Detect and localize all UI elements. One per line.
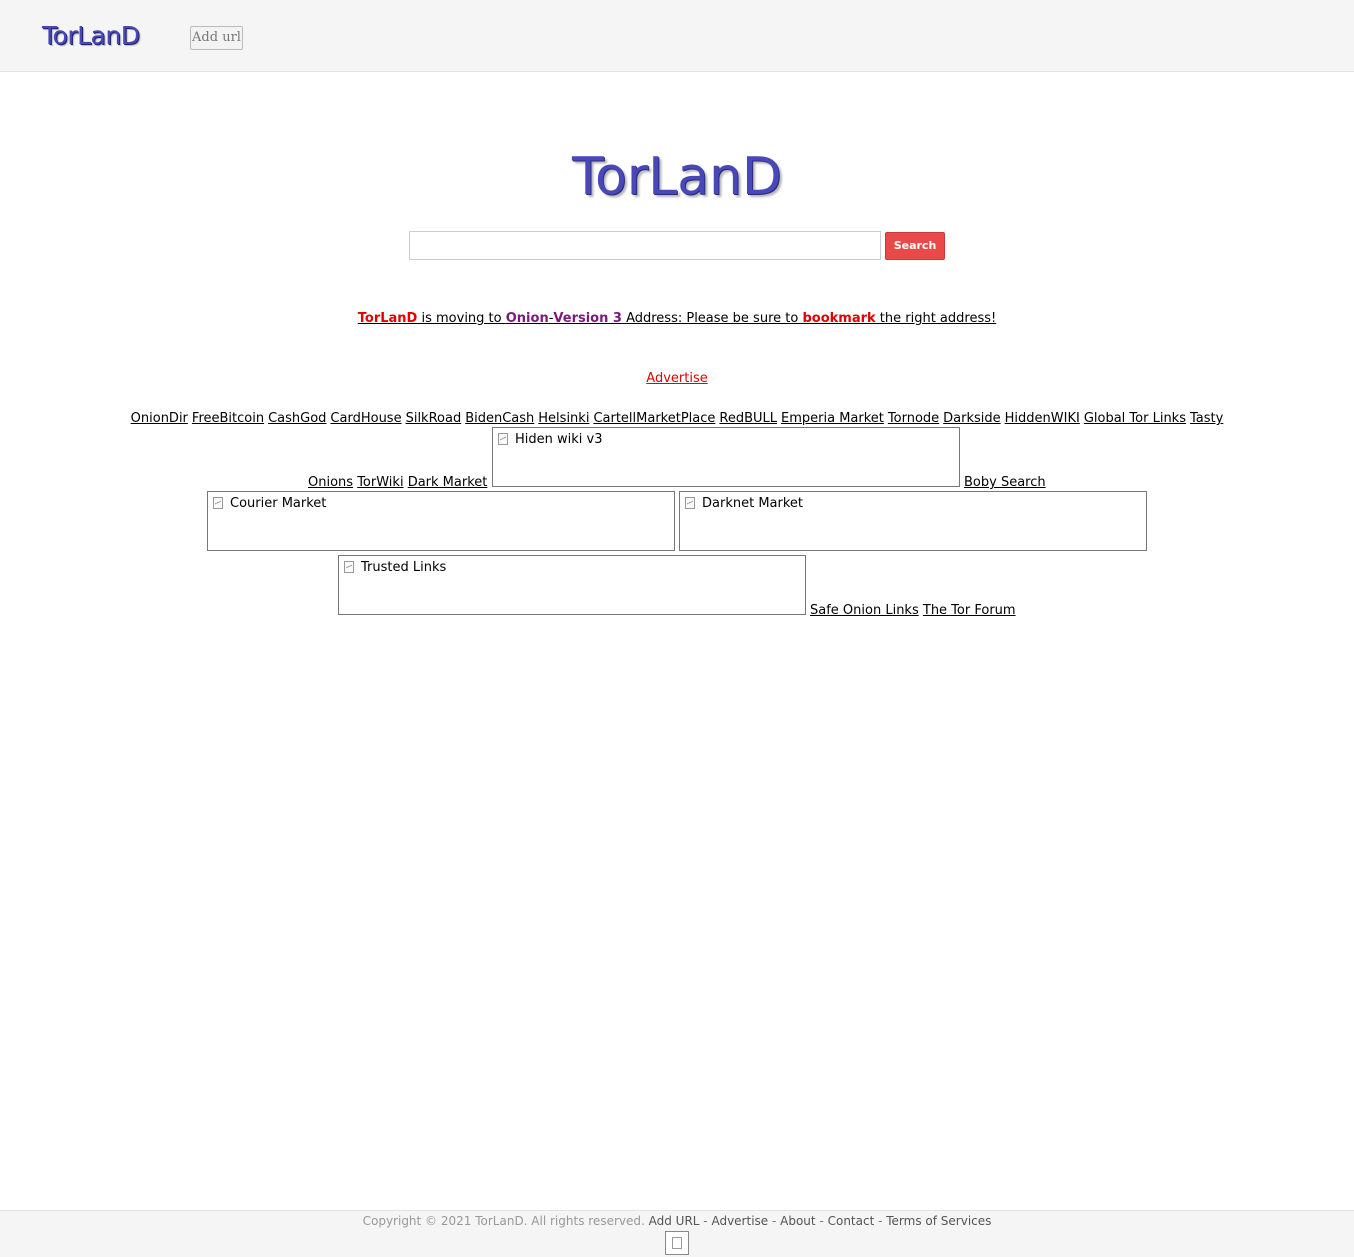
link-cashgod[interactable]: CashGod [268,411,326,426]
banner-hiden-wiki[interactable]: Hiden wiki v3 [492,427,960,487]
banner-alt-text: Darknet Market [702,496,804,511]
notice-onion: Onion [505,311,549,326]
notice-text-2: Address: Please be sure to [621,311,803,326]
link-dark-market[interactable]: Dark Market [408,475,488,490]
footer-broken-image-icon [665,1231,689,1255]
link-bidencash[interactable]: BidenCash [465,411,534,426]
add-url-button[interactable]: Add url [190,26,243,50]
copyright-text: Copyright © 2021 TorLanD. All rights res… [362,1214,645,1228]
advertise-link[interactable]: Advertise [646,371,707,386]
notice-link[interactable]: TorLanD is moving to Onion-Version 3 Add… [358,311,996,326]
links-row-1: OnionDir FreeBitcoin CashGod CardHouse SilkR… [0,410,1354,427]
banner-alt-text: Courier Market [230,496,327,511]
link-torwiki[interactable]: TorWiki [357,475,403,490]
footer-link-terms[interactable]: Terms of Services [886,1214,991,1228]
link-darkside[interactable]: Darkside [943,411,1000,426]
footer-link-add-url[interactable]: Add URL [649,1214,700,1228]
link-tornode[interactable]: Tornode [888,411,939,426]
footer-link-contact[interactable]: Contact [828,1214,875,1228]
notice-version: Version 3 [553,311,622,326]
notice-bookmark: bookmark [802,311,876,326]
banner-trusted-links[interactable]: Trusted Links [338,555,806,615]
broken-image-icon [344,561,354,573]
footer-separator: - [768,1214,781,1228]
footer-line: Copyright © 2021 TorLanD. All rights res… [0,1213,1354,1229]
migration-notice: TorLanD is moving to Onion-Version 3 Add… [0,310,1354,327]
broken-image-icon [213,497,223,509]
broken-image-icon [498,433,508,445]
advertise-section: Advertise [0,370,1354,387]
broken-image-icon [685,497,695,509]
link-safe-onion-links[interactable]: Safe Onion Links [810,603,919,618]
link-oniondir[interactable]: OnionDir [131,411,188,426]
link-emperia-market[interactable]: Emperia Market [781,411,884,426]
main-logo: TorLanD [572,147,782,207]
link-silkroad[interactable]: SilkRoad [406,411,462,426]
header-logo[interactable]: TorLanD [42,20,140,52]
link-cardhouse[interactable]: CardHouse [330,411,401,426]
footer-separator: - [699,1214,712,1228]
search-button[interactable]: Search [885,232,945,260]
search-input[interactable] [409,231,881,260]
notice-brand: TorLanD [357,311,418,326]
footer-link-about[interactable]: About [780,1214,815,1228]
link-helsinki[interactable]: Helsinki [538,411,589,426]
link-the-tor-forum[interactable]: The Tor Forum [923,603,1016,618]
links-row-4-right: Safe Onion Links The Tor Forum [810,602,1016,619]
link-global-tor-links[interactable]: Global Tor Links [1084,411,1186,426]
link-hiddenwiki[interactable]: HiddenWIKI [1005,411,1080,426]
footer-separator: - [874,1214,887,1228]
link-redbull[interactable]: RedBULL [719,411,777,426]
banner-darknet-market[interactable]: Darknet Market [679,491,1147,551]
footer-separator: - [815,1214,828,1228]
link-cartellmarketplace[interactable]: CartellMarketPlace [593,411,715,426]
top-bar: TorLanD Add url [0,0,1354,72]
footer: Copyright © 2021 TorLanD. All rights res… [0,1210,1354,1257]
footer-link-advertise[interactable]: Advertise [711,1214,768,1228]
banner-alt-text: Hiden wiki v3 [515,432,603,447]
banner-alt-text: Trusted Links [361,560,447,575]
link-tasty[interactable]: Tasty [1190,411,1223,426]
notice-text-1: is moving to [417,311,506,326]
link-boby-search[interactable]: Boby Search [964,475,1046,490]
notice-text-3: the right address! [875,311,997,326]
banner-courier-market[interactable]: Courier Market [207,491,675,551]
links-row-2-left: Onions TorWiki Dark Market [308,474,487,491]
link-onions[interactable]: Onions [308,475,353,490]
links-row-2-right: Boby Search [964,474,1046,491]
link-freebitcoin[interactable]: FreeBitcoin [192,411,264,426]
